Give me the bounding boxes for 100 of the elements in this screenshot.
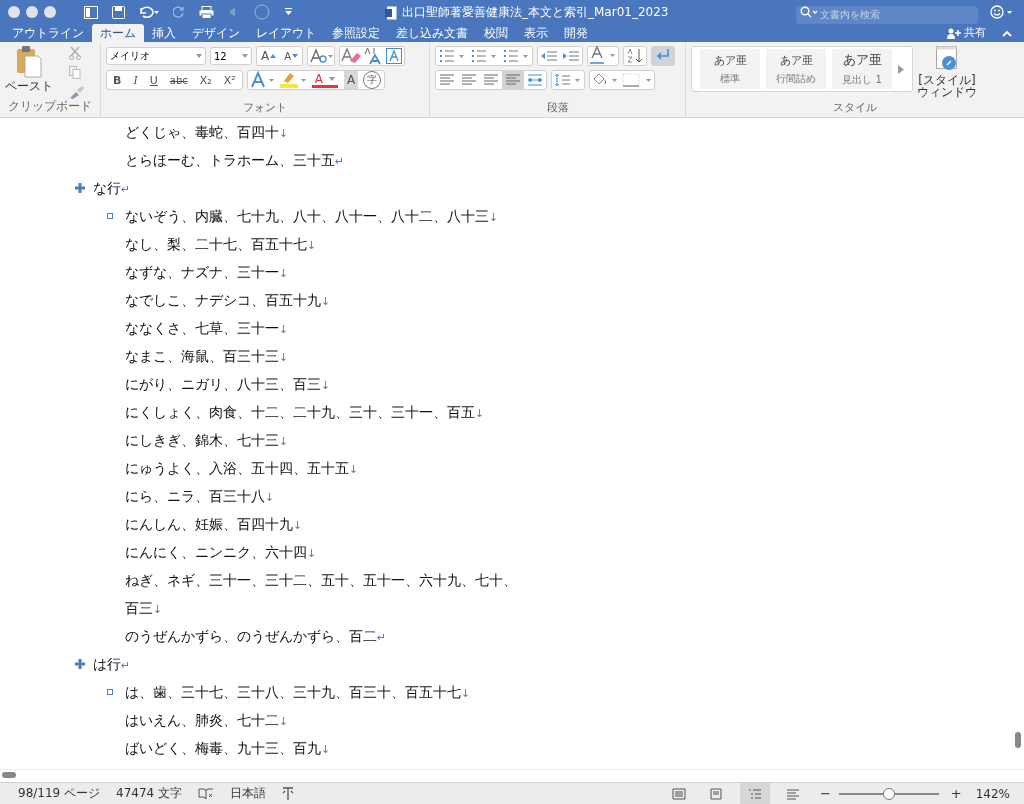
ribbon-tab[interactable]: 校閲	[476, 24, 516, 42]
ribbon-tab[interactable]: デザイン	[184, 24, 248, 42]
shading-button[interactable]: A	[343, 71, 359, 89]
save-icon[interactable]	[112, 5, 125, 19]
redo-icon	[173, 6, 185, 18]
shrink-font-button[interactable]: A	[280, 47, 303, 65]
document-icon	[385, 5, 397, 20]
circle-icon	[254, 4, 270, 20]
clear-formatting-icon[interactable]	[340, 46, 363, 66]
index-entry: にゅうよく、入浴、五十四、五十五↓	[125, 459, 359, 478]
view-icon	[671, 787, 686, 800]
clipboard-icon	[16, 46, 42, 78]
borders-icon[interactable]	[620, 70, 654, 90]
bullet-icon	[107, 213, 113, 219]
scissors-icon[interactable]	[69, 46, 81, 60]
brush-icon[interactable]	[69, 85, 85, 99]
caret-icon	[196, 54, 202, 58]
ribbon-tab[interactable]: レイアウト	[248, 24, 324, 42]
sidebar-icon[interactable]	[84, 5, 98, 19]
search-icon	[800, 6, 818, 18]
page-count[interactable]: 98/119 ページ	[18, 785, 101, 802]
index-entry: にがり、ニガリ、八十三、百三↓	[125, 375, 331, 394]
format-button[interactable]: X²	[217, 71, 242, 89]
index-entry: どくじゃ、毒蛇、百四十↓	[125, 123, 289, 142]
bullet-icon	[107, 689, 113, 695]
index-entry: なし、梨、二十七、百五十七↓	[125, 235, 317, 254]
group-label: スタイル	[832, 100, 878, 115]
ribbon-tab[interactable]: ホーム	[92, 24, 144, 42]
change-case-icon[interactable]	[308, 46, 335, 66]
font-name-dropdown[interactable]: メイリオ	[106, 47, 206, 65]
ribbon-tab[interactable]: 開発	[556, 24, 596, 42]
paste-button[interactable]: ペースト	[5, 46, 53, 99]
format-button[interactable]: B	[107, 71, 128, 89]
group-label: 段落	[545, 100, 570, 115]
ribbon-tab[interactable]: 表示	[516, 24, 556, 42]
style-option[interactable]: あア亜 行間詰め	[766, 49, 826, 89]
zoom-percentage[interactable]: 142%	[975, 786, 1010, 801]
group-label: クリップボード	[7, 98, 93, 115]
index-entry: ばいどく、梅毒、九十三、百九↓	[125, 739, 331, 758]
caret-icon	[242, 54, 248, 58]
align-icon[interactable]	[502, 70, 524, 90]
smiley-icon[interactable]	[990, 5, 1014, 19]
search-field[interactable]: 文書内を検索	[796, 5, 978, 24]
word-count[interactable]: 47474 文字	[116, 785, 183, 802]
expand-icon[interactable]	[75, 183, 85, 193]
character-border-icon[interactable]	[384, 46, 405, 66]
index-entry: ねぎ、ネギ、三十一、三十二、五十、五十一、六十九、七十、百三↓	[125, 571, 518, 618]
index-entry: にくしょく、肉食、十二、二十九、三十、三十一、百五↓	[125, 403, 485, 422]
format-button[interactable]: X₂	[193, 71, 218, 89]
index-entry: なでしこ、ナデシコ、百五十九↓	[125, 291, 331, 310]
view-icon	[747, 787, 762, 800]
highlighter-icon[interactable]	[277, 70, 308, 90]
index-entry: ななくさ、七草、三十一↓	[125, 319, 289, 338]
scroll-thumb[interactable]	[1015, 732, 1021, 748]
caret-icon	[270, 54, 277, 58]
collapse-icon[interactable]	[1002, 30, 1012, 37]
more-styles-icon[interactable]	[898, 64, 904, 74]
ribbon-tab[interactable]: アウトライン	[4, 24, 92, 42]
ribbon-tab[interactable]: 挿入	[144, 24, 184, 42]
font-color-button[interactable]: A	[311, 72, 338, 88]
format-button[interactable]: U	[143, 71, 164, 89]
print-icon[interactable]	[199, 5, 214, 19]
view-button[interactable]	[739, 783, 770, 804]
index-entry: なずな、ナズナ、三十一↓	[125, 263, 289, 282]
index-entry: とらほーむ、トラホーム、三十五↵	[125, 151, 345, 170]
zoom-out-button[interactable]: −	[819, 786, 831, 801]
ribbon-tab[interactable]: 差し込み文書	[388, 24, 476, 42]
group-label: フォント	[242, 100, 288, 115]
minimize-button[interactable]	[26, 6, 38, 18]
outline-heading: は行↵	[93, 655, 131, 674]
style-option[interactable]: あア亜 標準	[700, 49, 760, 89]
grow-font-button[interactable]: A	[257, 47, 281, 65]
language-indicator[interactable]: 日本語	[230, 785, 267, 802]
slider-thumb[interactable]	[882, 787, 895, 800]
outline-heading: な行↵	[93, 179, 131, 198]
copy-icon[interactable]	[69, 66, 81, 79]
caret-icon	[292, 54, 299, 58]
zoom-in-button[interactable]: +	[950, 786, 962, 801]
proofing-icon[interactable]	[198, 787, 215, 800]
index-entry: にんにく、ニンニク、六十四↓	[125, 543, 317, 562]
caret-icon	[328, 76, 335, 81]
dropdown-icon[interactable]	[284, 8, 293, 16]
style-option[interactable]: あア亜 見出し 1	[832, 49, 892, 89]
add-person-icon	[947, 27, 961, 39]
share-button[interactable]: 共有	[941, 24, 992, 42]
index-entry: はいえん、肺炎、七十二↓	[125, 711, 289, 730]
index-entry: のうぜんかずら、のうぜんかずら、百二↵	[125, 627, 387, 646]
index-entry: にんしん、妊娠、百四十九↓	[125, 515, 303, 534]
index-entry: は、歯、三十七、三十八、三十九、百三十、百五十七↓	[125, 683, 471, 702]
format-button[interactable]: abc	[163, 71, 194, 89]
expand-icon[interactable]	[75, 659, 85, 669]
font-size-dropdown[interactable]: 12	[210, 47, 252, 65]
index-entry: ないぞう、内臓、七十九、八十、八十一、八十二、八十三↓	[125, 207, 499, 226]
close-button[interactable]	[8, 6, 20, 18]
styles-pane-button[interactable]: [スタイル] ウィンドウ	[917, 46, 977, 98]
undo-icon[interactable]	[139, 6, 159, 18]
ribbon-tab[interactable]: 参照設定	[324, 24, 388, 42]
scroll-thumb[interactable]	[2, 772, 16, 778]
zoom-button[interactable]	[44, 6, 56, 18]
format-button[interactable]: I	[127, 71, 144, 89]
